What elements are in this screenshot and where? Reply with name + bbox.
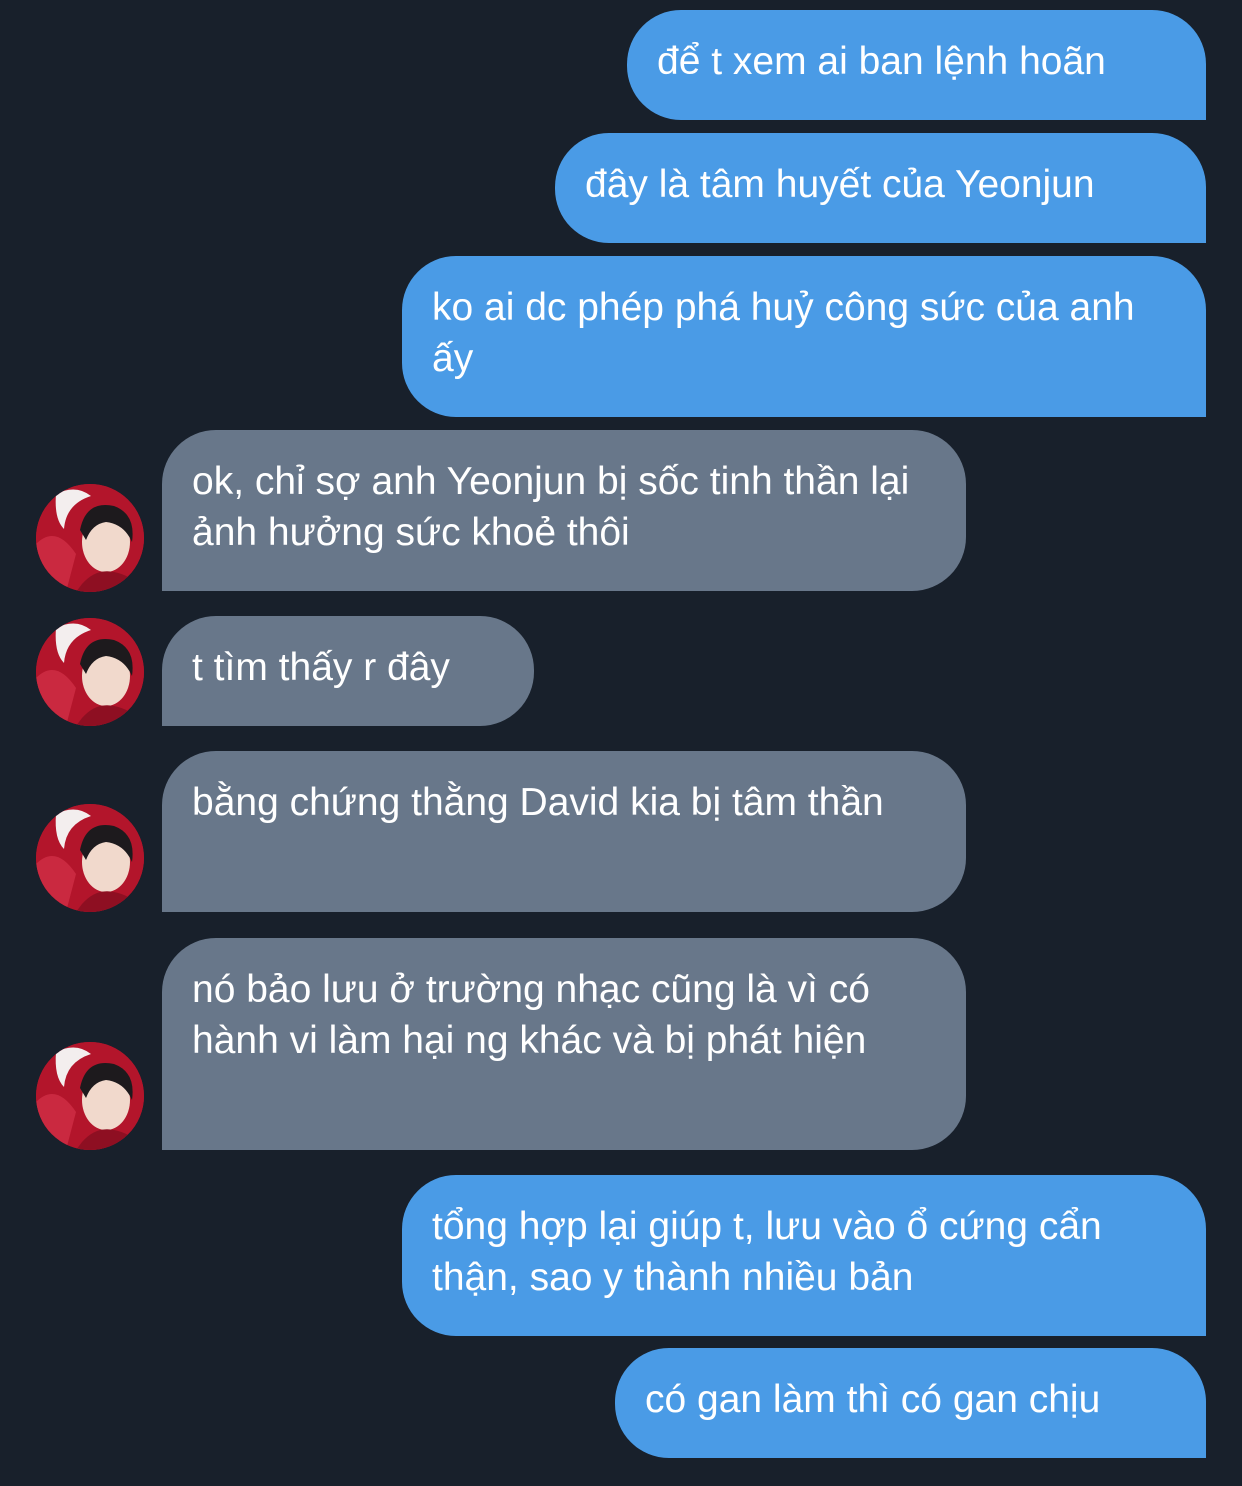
message-bubble-sent[interactable]: ko ai dc phép phá huỷ công sức của anh ấ… — [402, 256, 1206, 417]
message-bubble-sent[interactable]: có gan làm thì có gan chịu — [615, 1348, 1206, 1458]
message-bubble-received[interactable]: ok, chỉ sợ anh Yeonjun bị sốc tinh thần … — [162, 430, 966, 591]
avatar-photo-icon — [36, 804, 144, 912]
contact-avatar[interactable] — [36, 618, 144, 726]
contact-avatar[interactable] — [36, 804, 144, 912]
message-bubble-received[interactable]: nó bảo lưu ở trường nhạc cũng là vì có h… — [162, 938, 966, 1150]
message-bubble-sent[interactable]: để t xem ai ban lệnh hoãn — [627, 10, 1206, 120]
contact-avatar[interactable] — [36, 1042, 144, 1150]
message-bubble-sent[interactable]: tổng hợp lại giúp t, lưu vào ổ cứng cẩn … — [402, 1175, 1206, 1336]
chat-screen: { "messages": [ {"sender": "me", "text":… — [0, 0, 1242, 1486]
message-bubble-received[interactable]: bằng chứng thằng David kia bị tâm thần — [162, 751, 966, 912]
contact-avatar[interactable] — [36, 484, 144, 592]
avatar-photo-icon — [36, 1042, 144, 1150]
message-bubble-sent[interactable]: đây là tâm huyết của Yeonjun — [555, 133, 1206, 243]
avatar-photo-icon — [36, 618, 144, 726]
avatar-photo-icon — [36, 484, 144, 592]
message-bubble-received[interactable]: t tìm thấy r đây — [162, 616, 534, 726]
